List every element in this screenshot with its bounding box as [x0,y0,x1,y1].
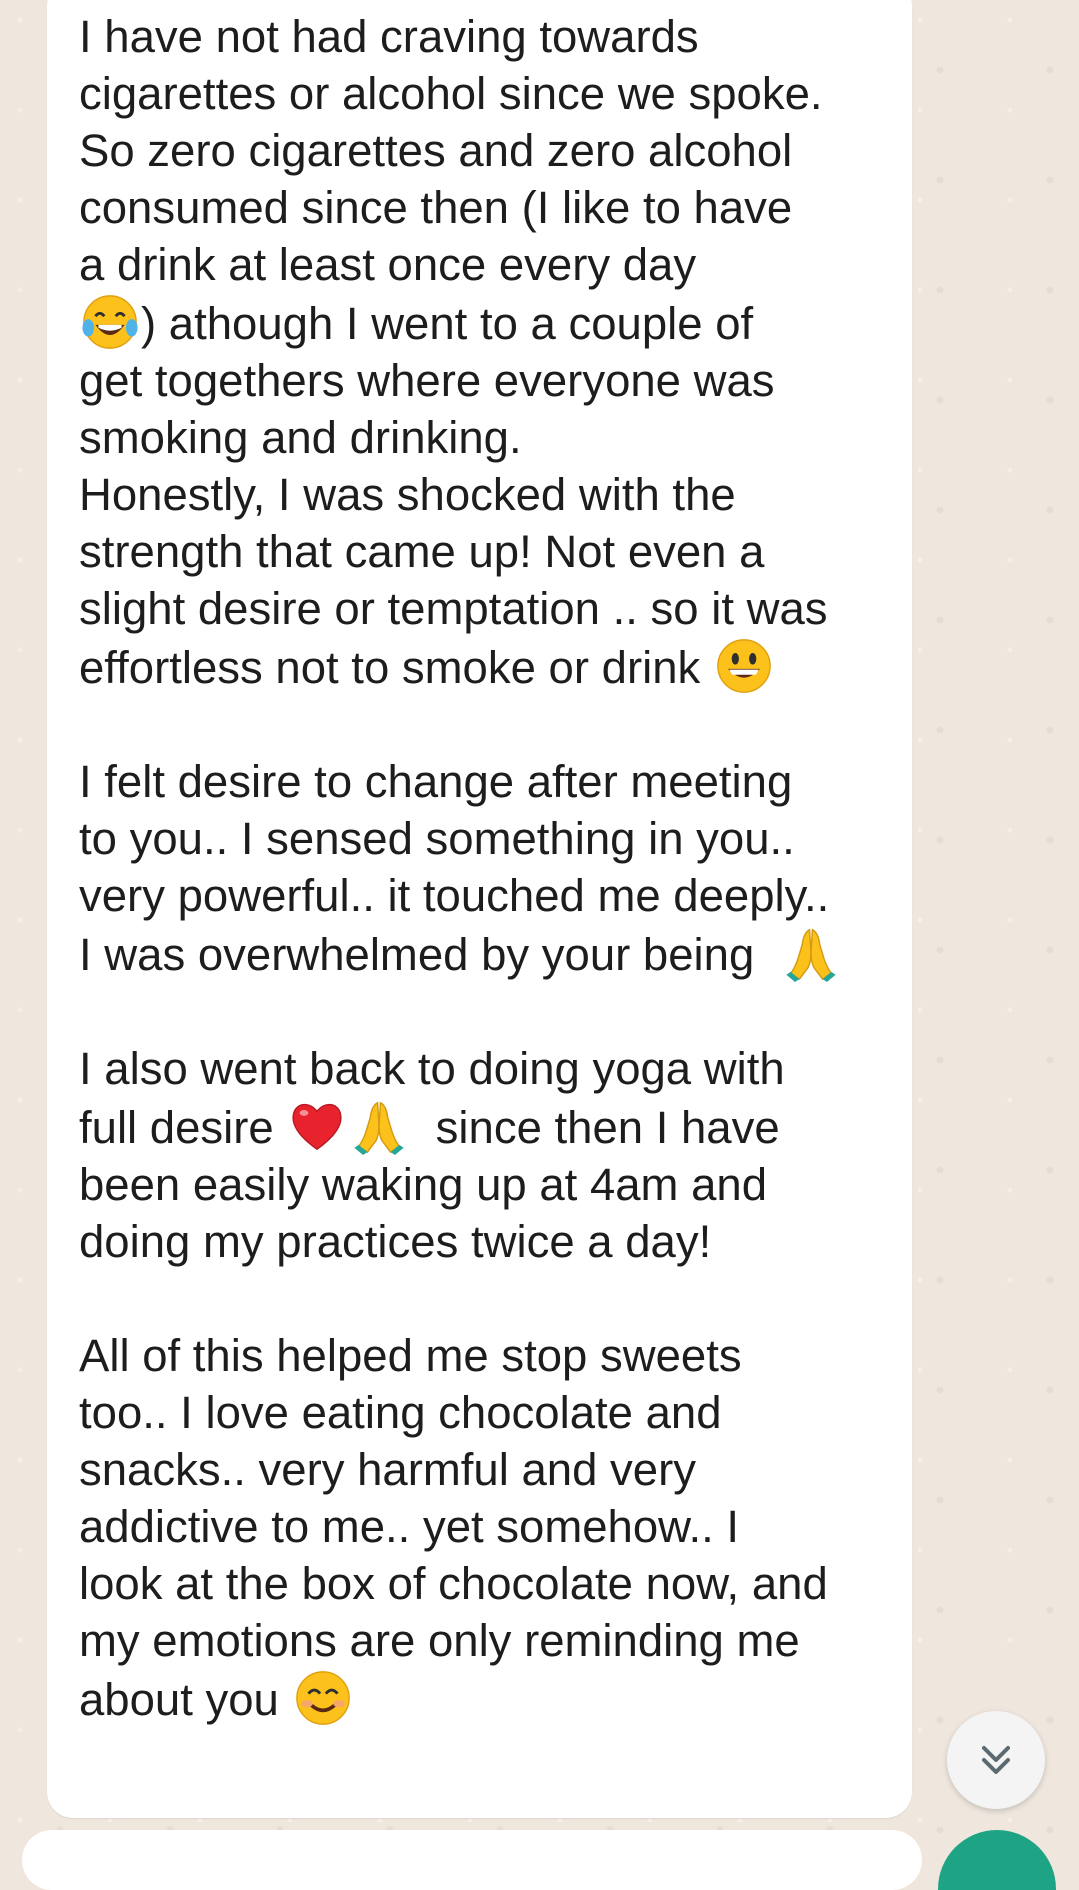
grinning-face-emoji [717,639,771,693]
smiling-face-with-smiling-eyes-emoji [295,1671,350,1725]
message-paragraph: I also went back to doing yoga with full… [79,1040,899,1270]
message-paragraph: All of this helped me stop sweets too.. … [79,1327,899,1728]
message-text-segment: I have not had craving towards cigarette… [79,11,823,290]
scroll-to-bottom-button[interactable] [947,1711,1045,1809]
message-text: I have not had craving towards cigarette… [79,8,899,1728]
double-chevron-down-icon [982,1746,1010,1774]
message-input-bar[interactable] [22,1830,922,1890]
message-text-segment: All of this helped me stop sweets too.. … [79,1330,828,1725]
folded-hands-emoji [354,1101,405,1155]
message-text-segment: ) athough I went to a couple of get toge… [79,298,828,693]
message-text-segment: I felt desire to change after meeting to… [79,756,830,980]
message-paragraph: I have not had craving towards cigarette… [79,8,899,696]
tears-of-joy-emoji [82,295,138,349]
message-paragraph: I felt desire to change after meeting to… [79,753,899,983]
red-heart-emoji [292,1103,342,1151]
folded-hands-emoji [785,928,836,982]
